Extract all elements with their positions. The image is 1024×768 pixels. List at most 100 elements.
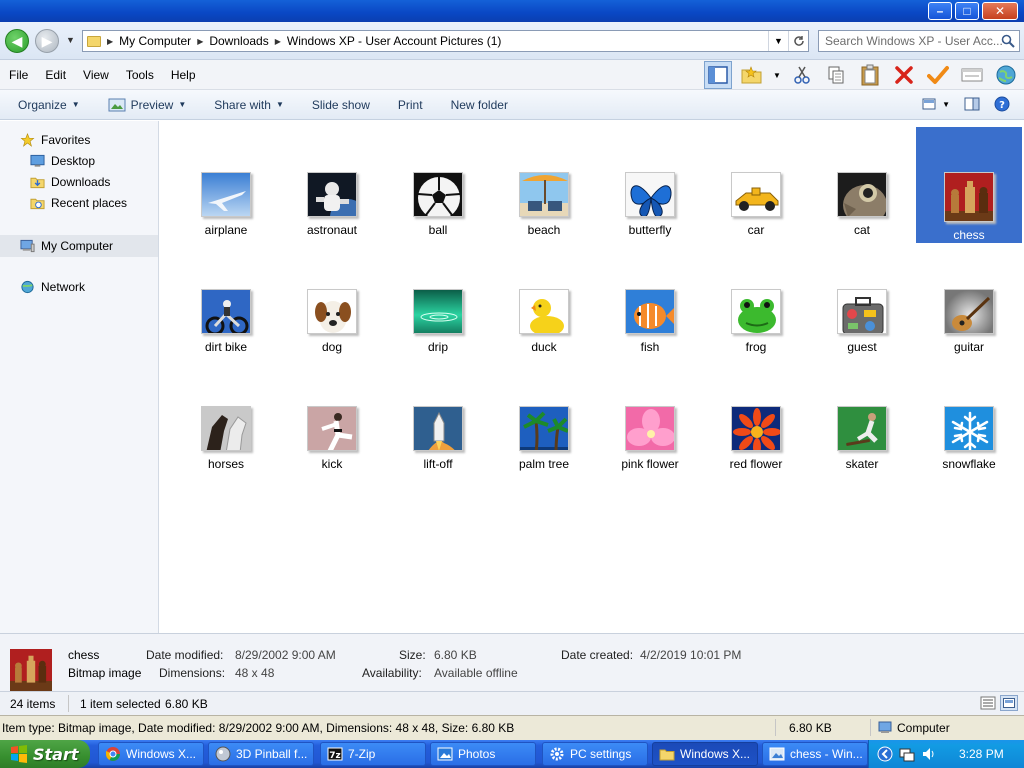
folder-options-dropdown[interactable]: ▼ <box>772 61 782 89</box>
task-label: Windows X... <box>680 747 751 761</box>
organize-button[interactable]: Organize ▼ <box>18 98 80 112</box>
file-item[interactable]: skater <box>809 356 915 471</box>
volume-icon[interactable] <box>921 746 937 762</box>
share-with-button[interactable]: Share with ▼ <box>214 98 284 112</box>
close-button[interactable]: ✕ <box>982 2 1018 20</box>
address-dropdown-button[interactable]: ▼ <box>768 31 788 51</box>
nav-downloads[interactable]: Downloads <box>30 175 110 189</box>
menu-edit[interactable]: Edit <box>45 68 66 82</box>
refresh-button[interactable] <box>788 31 808 51</box>
nav-favorites[interactable]: Favorites <box>20 133 90 147</box>
preview-label: Preview <box>130 97 174 112</box>
file-item[interactable]: drip <box>385 239 491 354</box>
folder-options-button[interactable] <box>738 61 766 89</box>
kick-thumbnail <box>307 406 357 451</box>
menu-help[interactable]: Help <box>171 68 196 82</box>
windows-globe-button[interactable] <box>992 61 1020 89</box>
delete-button[interactable] <box>890 61 918 89</box>
maximize-button[interactable]: □ <box>955 2 979 20</box>
taskbar-pinball[interactable]: 3D Pinball f... <box>208 742 314 766</box>
copy-button[interactable] <box>822 61 850 89</box>
guest-thumbnail <box>837 289 887 334</box>
change-view-button[interactable]: ▼ <box>922 98 950 110</box>
taskbar-7zip[interactable]: 7z 7-Zip <box>320 742 426 766</box>
back-button[interactable]: ◀ <box>5 29 29 53</box>
menu-file[interactable]: File <box>9 68 28 82</box>
chevron-right-icon[interactable]: ▶ <box>107 37 113 46</box>
file-item[interactable]: airplane <box>173 122 279 237</box>
forward-button[interactable]: ▶ <box>35 29 59 53</box>
file-item-selected[interactable]: chess <box>916 127 1022 243</box>
preview-button[interactable]: Preview ▼ <box>108 97 186 112</box>
file-item[interactable]: red flower <box>703 356 809 471</box>
file-item[interactable]: guest <box>809 239 915 354</box>
file-item[interactable]: beach <box>491 122 597 237</box>
details-view-button[interactable] <box>980 696 996 713</box>
taskbar-chess-viewer[interactable]: chess - Win... <box>762 742 868 766</box>
file-item[interactable]: dog <box>279 239 385 354</box>
layout-button[interactable] <box>704 61 732 89</box>
recent-pages-dropdown[interactable]: ▼ <box>66 35 75 45</box>
file-item[interactable]: palm tree <box>491 356 597 471</box>
tiles-view-button[interactable] <box>1000 695 1018 711</box>
taskbar: Start Windows X... 3D Pinball f... 7z 7-… <box>0 740 1024 768</box>
detail-date-modified-value: 8/29/2002 9:00 AM <box>235 648 336 662</box>
breadcrumb-my-computer[interactable]: My Computer <box>119 34 191 48</box>
navigation-pane: Favorites Desktop Downloads Recent place… <box>0 121 159 633</box>
chevron-right-icon[interactable]: ▶ <box>275 37 281 46</box>
new-folder-button[interactable]: New folder <box>451 98 508 112</box>
properties-check-button[interactable] <box>924 61 952 89</box>
breadcrumb-current-folder[interactable]: Windows XP - User Account Pictures (1) <box>287 34 502 48</box>
file-item[interactable]: frog <box>703 239 809 354</box>
file-item[interactable]: dirt bike <box>173 239 279 354</box>
menu-tools[interactable]: Tools <box>126 68 154 82</box>
file-item[interactable]: butterfly <box>597 122 703 237</box>
network-tray-icon[interactable] <box>899 746 915 762</box>
detail-date-created-value: 4/2/2019 10:01 PM <box>640 648 742 662</box>
cut-button[interactable] <box>788 61 816 89</box>
file-item[interactable]: guitar <box>916 239 1022 354</box>
taskbar-chrome[interactable]: Windows X... <box>98 742 204 766</box>
file-item[interactable]: kick <box>279 356 385 471</box>
file-name: fish <box>640 340 660 354</box>
menu-view[interactable]: View <box>83 68 109 82</box>
nav-recent-places[interactable]: Recent places <box>30 196 127 210</box>
organize-label: Organize <box>18 97 67 112</box>
taskbar-pc-settings[interactable]: PC settings <box>542 742 648 766</box>
fish-thumbnail <box>625 289 675 334</box>
nav-my-computer[interactable]: My Computer <box>0 235 158 257</box>
file-item[interactable]: ball <box>385 122 491 237</box>
tray-back-icon[interactable] <box>877 746 893 762</box>
file-item[interactable]: lift-off <box>385 356 491 471</box>
slide-show-button[interactable]: Slide show <box>312 98 370 112</box>
clock[interactable]: 3:28 PM <box>959 747 1004 761</box>
pink-flower-thumbnail <box>625 406 675 451</box>
file-item[interactable]: duck <box>491 239 597 354</box>
nav-desktop[interactable]: Desktop <box>30 154 95 168</box>
chevron-right-icon[interactable]: ▶ <box>197 37 203 46</box>
file-item[interactable]: horses <box>173 356 279 471</box>
detail-date-created-label: Date created: <box>561 648 634 662</box>
menu-bar: File Edit View Tools Help ▼ <box>0 60 1024 90</box>
file-item[interactable]: fish <box>597 239 703 354</box>
help-icon[interactable]: ? <box>994 96 1010 112</box>
search-icon[interactable] <box>1001 34 1015 48</box>
preview-pane-icon[interactable] <box>964 97 980 111</box>
address-bar[interactable]: ▶ My Computer ▶ Downloads ▶ Windows XP -… <box>82 30 809 52</box>
file-item[interactable]: pink flower <box>597 356 703 471</box>
search-input[interactable]: Search Windows XP - User Acc... <box>818 30 1020 52</box>
views-button[interactable] <box>958 61 986 89</box>
paste-button[interactable] <box>856 61 884 89</box>
file-item[interactable]: astronaut <box>279 122 385 237</box>
print-button[interactable]: Print <box>398 98 423 112</box>
file-item[interactable]: cat <box>809 122 915 237</box>
taskbar-photos[interactable]: Photos <box>430 742 536 766</box>
file-name: lift-off <box>423 457 453 471</box>
breadcrumb-downloads[interactable]: Downloads <box>209 34 268 48</box>
file-item[interactable]: car <box>703 122 809 237</box>
nav-network[interactable]: Network <box>20 280 85 294</box>
start-button[interactable]: Start <box>0 740 90 768</box>
taskbar-explorer[interactable]: Windows X... <box>652 742 758 766</box>
minimize-button[interactable]: – <box>928 2 952 20</box>
file-item[interactable]: snowflake <box>916 356 1022 471</box>
